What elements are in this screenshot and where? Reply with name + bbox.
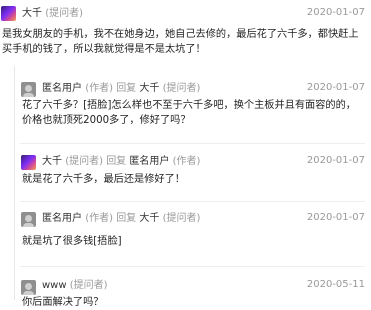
reply-label: 回复	[106, 156, 127, 167]
reply-date: 2020-01-07	[306, 82, 365, 93]
reply-date: 2020-05-11	[306, 279, 365, 290]
avatar[interactable]	[21, 155, 36, 170]
reply-date: 2020-01-07	[306, 212, 365, 223]
comment-date: 2020-01-07	[306, 7, 365, 18]
author-name[interactable]: 匿名用户	[42, 83, 82, 94]
reply-to-name[interactable]: 大千	[139, 213, 159, 224]
avatar[interactable]	[21, 212, 36, 227]
author-role: (作者)	[85, 213, 113, 224]
reply-text: 就是花了六千多，最后还是修好了！	[22, 174, 185, 185]
comment-header: 大千 (提问者)	[22, 7, 83, 21]
author-name[interactable]: 大千	[22, 8, 42, 19]
reply-to-role: (作者)	[172, 156, 201, 167]
reply-date: 2020-01-07	[306, 155, 365, 166]
reply-label: 回复	[116, 83, 137, 94]
reply-to-role: (提问者)	[162, 213, 201, 224]
reply-text: 就是坑了很多钱[捂脸]	[22, 236, 122, 247]
avatar[interactable]	[21, 82, 36, 97]
reply-header: 匿名用户 (作者) 回复 大千 (提问者)	[42, 212, 200, 226]
divider	[20, 201, 365, 202]
avatar[interactable]	[1, 6, 16, 21]
reply-text: 你后面解决了吗？	[22, 297, 104, 308]
reply-to-name[interactable]: 匿名用户	[129, 156, 169, 167]
reply-label: 回复	[116, 213, 137, 224]
author-role: (作者)	[85, 83, 113, 94]
divider	[20, 266, 365, 267]
author-name[interactable]: www	[42, 280, 67, 291]
reply-header: www (提问者)	[42, 279, 108, 293]
reply-header: 匿名用户 (作者) 回复 大千 (提问者)	[42, 82, 200, 96]
reply-to-role: (提问者)	[162, 83, 201, 94]
author-role: (提问者)	[65, 156, 103, 167]
reply-header: 大千 (提问者) 回复 匿名用户 (作者)	[42, 155, 200, 169]
author-role: (提问者)	[69, 280, 108, 291]
reply-text: 花了六千多？[捂脸]怎么样也不至于六千多吧，换个主板并且有面容的的，价格也就顶死…	[22, 100, 356, 126]
author-name[interactable]: 匿名用户	[42, 213, 82, 224]
reply-to-name[interactable]: 大千	[139, 83, 159, 94]
avatar[interactable]	[21, 280, 36, 295]
author-role: (提问者)	[45, 8, 83, 19]
thread-line	[14, 66, 15, 300]
author-name[interactable]: 大千	[42, 156, 62, 167]
divider	[20, 143, 365, 144]
comment-text: 是我女朋友的手机，我不在她身边，她自己去修的，最后花了六千多，都快赶上买手机的钱…	[2, 29, 359, 55]
